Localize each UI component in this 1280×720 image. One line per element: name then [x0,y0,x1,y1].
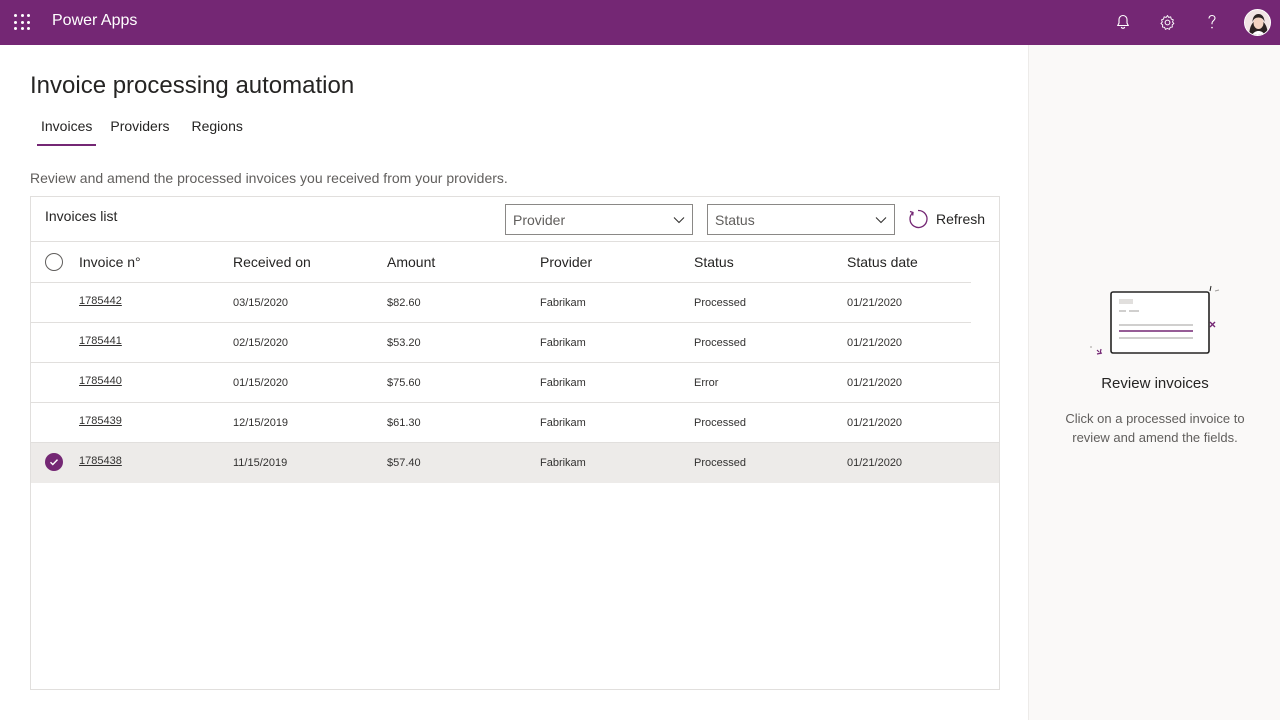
status-date-cell: 01/21/2020 [847,337,903,349]
refresh-label: Refresh [936,211,986,227]
top-bar: Power Apps [0,0,1280,45]
provider-cell: Fabrikam [540,377,586,389]
chevron-down-icon [875,217,887,224]
review-side-panel: Review invoices Click on a processed inv… [1028,45,1280,720]
provider-cell: Fabrikam [540,297,586,309]
document-illustration-icon [1090,285,1220,355]
page-title: Invoice processing automation [30,72,355,99]
header-divider [31,241,999,242]
provider-filter-dropdown[interactable]: Provider [505,204,693,235]
invoice-link[interactable]: 1785441 [79,335,122,347]
amount-cell: $61.30 [387,417,421,429]
refresh-icon [909,209,928,229]
refresh-button[interactable]: Refresh [907,207,985,231]
provider-cell: Fabrikam [540,337,586,349]
amount-cell: $75.60 [387,377,421,389]
invoice-link[interactable]: 1785440 [79,375,122,387]
received-on-cell: 03/15/2020 [233,297,289,309]
select-all-radio[interactable] [45,253,63,271]
received-on-cell: 01/15/2020 [233,377,289,389]
tab-bar: Invoices Providers Regions [30,116,243,148]
help-icon[interactable] [1201,11,1223,33]
status-filter-dropdown[interactable]: Status [707,204,895,235]
table-row[interactable]: 1785441 02/15/2020 $53.20 Fabrikam Proce… [31,323,999,363]
column-header-status-date[interactable]: Status date [847,254,918,270]
tab-regions[interactable]: Regions [192,116,243,146]
status-date-cell: 01/21/2020 [847,297,903,309]
column-header-provider[interactable]: Provider [540,254,592,270]
waffle-icon[interactable] [14,14,30,30]
status-cell: Processed [694,337,746,349]
chevron-down-icon [673,217,685,224]
column-header-status[interactable]: Status [694,254,734,270]
app-name[interactable]: Power Apps [52,12,137,30]
invoices-list-card: Invoices list Provider Status Refresh In… [30,196,1000,690]
received-on-cell: 11/15/2019 [233,457,288,469]
status-date-cell: 01/21/2020 [847,377,903,389]
received-on-cell: 02/15/2020 [233,337,289,349]
amount-cell: $82.60 [387,297,421,309]
side-panel-text: Click on a processed invoice to review a… [1065,411,1245,445]
table-row[interactable]: 1785439 12/15/2019 $61.30 Fabrikam Proce… [31,403,999,443]
status-filter-placeholder: Status [715,211,755,228]
status-date-cell: 01/21/2020 [847,417,903,429]
invoice-link[interactable]: 1785439 [79,415,122,427]
table-row[interactable]: 1785440 01/15/2020 $75.60 Fabrikam Error… [31,363,999,403]
status-cell: Error [694,377,719,389]
received-on-cell: 12/15/2019 [233,417,289,429]
bell-icon[interactable] [1112,11,1134,33]
tab-invoices[interactable]: Invoices [36,116,97,146]
side-panel-title: Review invoices [1101,375,1209,392]
invoices-list-title: Invoices list [45,208,118,224]
status-cell: Processed [694,457,746,469]
column-header-received-on[interactable]: Received on [233,254,311,270]
status-date-cell: 01/21/2020 [847,457,903,469]
provider-cell: Fabrikam [540,457,586,469]
status-cell: Processed [694,297,746,309]
row-selected-checkmark-icon[interactable] [45,453,63,471]
column-header-invoice[interactable]: Invoice n° [79,254,141,270]
invoice-link[interactable]: 1785438 [79,455,122,467]
tab-providers[interactable]: Providers [110,116,169,146]
amount-cell: $53.20 [387,337,421,349]
column-header-amount[interactable]: Amount [387,254,435,270]
provider-filter-placeholder: Provider [513,211,566,228]
user-avatar[interactable] [1244,9,1271,36]
table-row[interactable]: 1785442 03/15/2020 $82.60 Fabrikam Proce… [31,283,999,323]
amount-cell: $57.40 [387,457,421,469]
invoice-link[interactable]: 1785442 [79,295,122,307]
gear-icon[interactable] [1156,11,1178,33]
provider-cell: Fabrikam [540,417,586,429]
page-description: Review and amend the processed invoices … [30,170,508,186]
table-row-selected[interactable]: 1785438 11/15/2019 $57.40 Fabrikam Proce… [31,443,999,483]
status-cell: Processed [694,417,746,429]
